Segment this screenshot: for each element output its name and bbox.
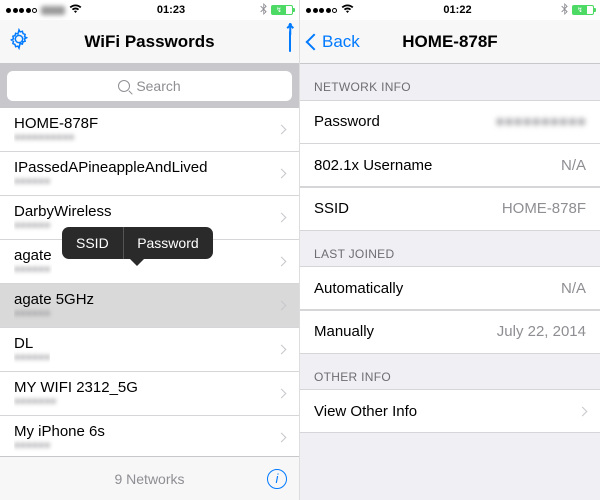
share-icon: [289, 31, 291, 52]
network-detail-screen: 01:22 ↯ Back HOME-878F NETWORK INFO Pass…: [300, 0, 600, 500]
status-time: 01:23: [82, 4, 260, 16]
copy-ssid-button[interactable]: SSID: [62, 227, 123, 259]
list-item[interactable]: HOME-878F●●●●●●●●●●: [0, 108, 299, 152]
toolbar: 9 Networks i: [0, 456, 299, 500]
bluetooth-icon: [561, 3, 568, 18]
wifi-list-screen: 01:23 ↯ WiFi Passwords Search HOME-878F●…: [0, 0, 300, 500]
section-header: LAST JOINED: [300, 231, 600, 267]
network-count: 9 Networks: [114, 471, 184, 487]
search-icon: [118, 80, 130, 92]
search-placeholder: Search: [136, 78, 180, 94]
section-header: NETWORK INFO: [300, 64, 600, 100]
detail-groups[interactable]: NETWORK INFO Password ●●●●●●●●●● 802.1x …: [300, 64, 600, 500]
section-header: OTHER INFO: [300, 354, 600, 390]
nav-bar: WiFi Passwords: [0, 20, 299, 64]
signal-dots-icon: [306, 8, 337, 13]
chevron-right-icon: [277, 389, 287, 399]
info-icon: i: [276, 471, 279, 486]
chevron-right-icon: [277, 257, 287, 267]
gear-icon: [8, 28, 30, 50]
chevron-right-icon: [277, 345, 287, 355]
status-bar: 01:23 ↯: [0, 0, 299, 20]
network-list[interactable]: HOME-878F●●●●●●●●●● IPassedAPineappleAnd…: [0, 108, 299, 456]
search-input[interactable]: Search: [7, 71, 292, 101]
list-item[interactable]: DL●●●●●●: [0, 328, 299, 372]
share-button[interactable]: [289, 32, 291, 52]
nav-bar: Back HOME-878F: [300, 20, 600, 64]
password-value: ●●●●●●●●●●: [495, 113, 586, 130]
chevron-right-icon: [277, 433, 287, 443]
signal-dots-icon: [6, 8, 37, 13]
chevron-right-icon: [578, 406, 588, 416]
search-container: Search: [0, 64, 299, 108]
password-cell[interactable]: Password ●●●●●●●●●●: [300, 100, 600, 144]
battery-icon: ↯: [572, 5, 594, 15]
back-label: Back: [322, 32, 360, 52]
chevron-right-icon: [277, 213, 287, 223]
list-item[interactable]: MY WIFI 2312_5G●●●●●●●: [0, 372, 299, 416]
list-item[interactable]: IPassedAPineappleAndLived●●●●●●: [0, 152, 299, 196]
auto-cell[interactable]: Automatically N/A: [300, 266, 600, 310]
view-other-cell[interactable]: View Other Info: [300, 389, 600, 433]
carrier-label: [41, 6, 65, 15]
battery-icon: ↯: [271, 5, 293, 15]
bluetooth-icon: [260, 3, 267, 18]
list-item-selected[interactable]: agate 5GHz●●●●●●: [0, 284, 299, 328]
chevron-left-icon: [306, 33, 323, 50]
wifi-icon: [341, 4, 354, 17]
username-cell[interactable]: 802.1x Username N/A: [300, 143, 600, 187]
list-item[interactable]: My iPhone 6s●●●●●●: [0, 416, 299, 456]
status-bar: 01:22 ↯: [300, 0, 600, 20]
chevron-right-icon: [277, 301, 287, 311]
manual-cell[interactable]: Manually July 22, 2014: [300, 310, 600, 354]
ssid-cell[interactable]: SSID HOME-878F: [300, 187, 600, 231]
wifi-icon: [69, 4, 82, 17]
chevron-right-icon: [277, 125, 287, 135]
copy-popover: SSID Password: [62, 227, 213, 259]
info-button[interactable]: i: [267, 469, 287, 489]
copy-password-button[interactable]: Password: [123, 227, 212, 259]
back-button[interactable]: Back: [308, 32, 360, 52]
chevron-right-icon: [277, 169, 287, 179]
settings-button[interactable]: [8, 28, 30, 55]
status-time: 01:22: [354, 4, 561, 16]
